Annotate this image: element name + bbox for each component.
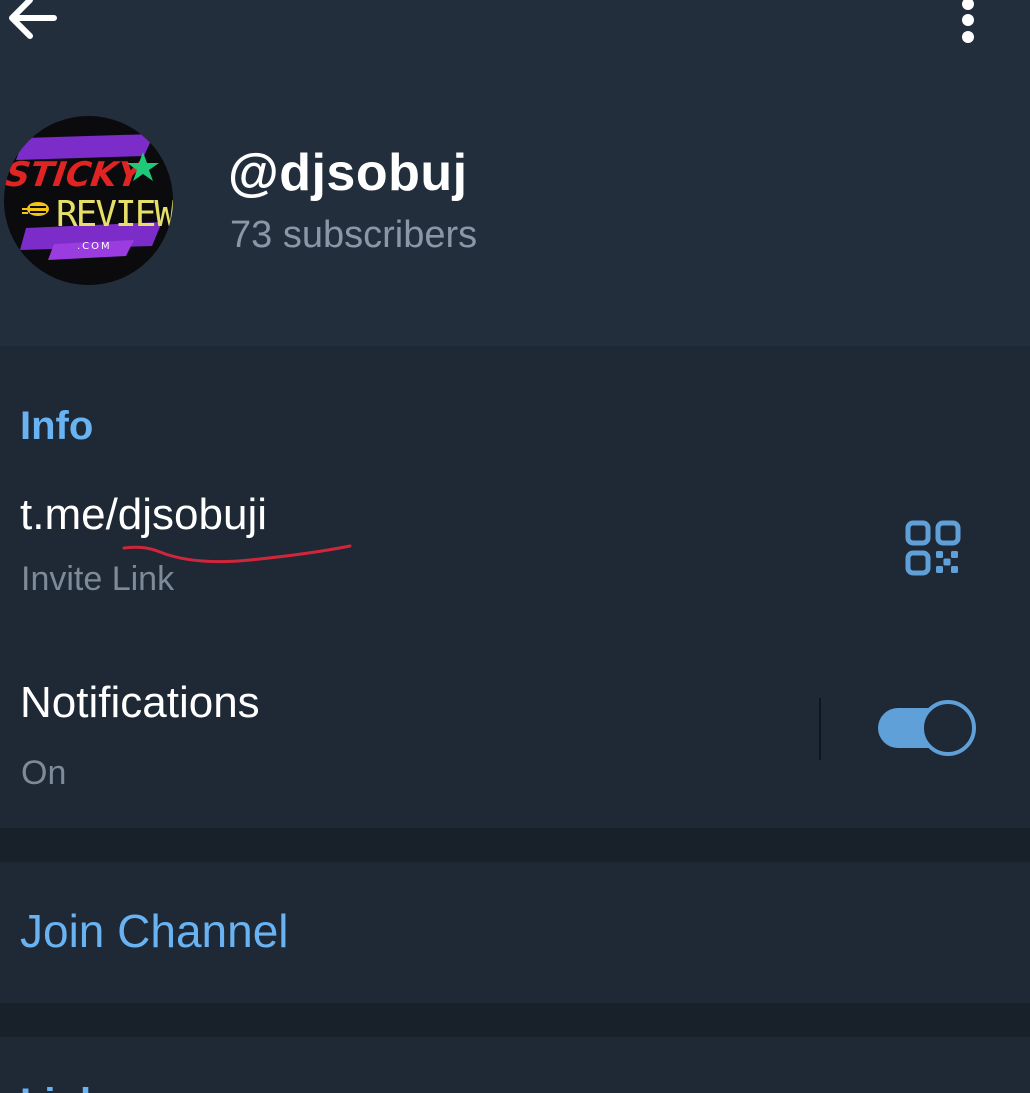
notifications-title: Notifications: [20, 678, 260, 727]
notifications-status: On: [21, 754, 67, 792]
more-vertical-icon: [962, 0, 974, 43]
svg-text:.COM: .COM: [77, 241, 112, 252]
qr-code-icon: [905, 520, 961, 576]
info-section: Info t.me/djsobuji Invite Link Notificat…: [0, 346, 1030, 828]
info-section-title: Info: [20, 404, 94, 448]
qr-code-button[interactable]: [905, 520, 961, 576]
toggle-knob: [920, 700, 976, 756]
section-separator: [0, 1003, 1030, 1037]
invite-link-value[interactable]: t.me/djsobuji: [20, 490, 267, 540]
notifications-row[interactable]: Notifications On: [0, 656, 1030, 828]
section-separator: [0, 828, 1030, 862]
back-button[interactable]: [0, 0, 70, 44]
svg-text:REVIEW: REVIEW: [56, 194, 173, 235]
more-options-button[interactable]: [948, 0, 988, 48]
profile-header: STICKY REVIEW .COM @djsobuj 73 subscribe…: [0, 0, 1030, 346]
channel-username: @djsobuj: [228, 144, 468, 202]
channel-info-screen: STICKY REVIEW .COM @djsobuj 73 subscribe…: [0, 0, 1030, 1093]
svg-text:STICKY: STICKY: [4, 155, 148, 195]
invite-link-row[interactable]: t.me/djsobuji Invite Link: [0, 476, 1030, 616]
red-underline-annotation: [122, 544, 352, 564]
join-channel-button[interactable]: Join Channel: [0, 862, 1030, 1003]
links-section-title: Links: [20, 1081, 124, 1093]
join-channel-label: Join Channel: [20, 905, 289, 957]
links-section: Links: [0, 1037, 1030, 1093]
subscriber-count: 73 subscribers: [230, 214, 478, 256]
channel-avatar[interactable]: STICKY REVIEW .COM: [4, 116, 173, 285]
sticky-review-logo: STICKY REVIEW .COM: [4, 116, 173, 285]
notifications-toggle[interactable]: [878, 700, 976, 756]
vertical-divider: [819, 698, 821, 760]
arrow-left-icon: [9, 0, 57, 39]
